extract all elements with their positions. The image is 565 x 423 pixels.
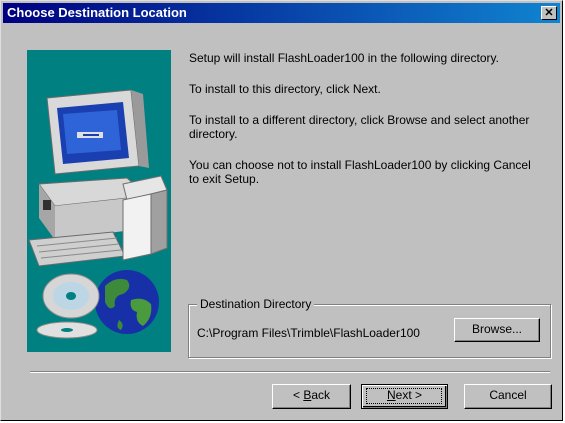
destination-directory-label: Destination Directory bbox=[197, 297, 315, 311]
click-next-text: To install to this directory, click Next… bbox=[189, 82, 381, 96]
setup-illustration bbox=[27, 50, 171, 352]
title-bar: Choose Destination Location ✕ bbox=[3, 3, 560, 23]
computer-and-globe-icon bbox=[28, 89, 168, 339]
back-button-label: ack bbox=[311, 388, 331, 402]
back-button-arrow: < bbox=[292, 388, 304, 402]
install-directory-text: Setup will install FlashLoader100 in the… bbox=[189, 51, 499, 65]
browse-instruction-text-cont: directory. bbox=[189, 127, 238, 141]
browse-button-label: Browse... bbox=[471, 322, 522, 336]
destination-path: C:\Program Files\Trimble\FlashLoader100 bbox=[197, 326, 420, 340]
browse-button[interactable]: Browse... bbox=[454, 318, 540, 342]
browse-instruction-text: To install to a different directory, cli… bbox=[189, 113, 530, 127]
back-button[interactable]: < Back bbox=[272, 384, 351, 409]
cancel-instruction-text-cont: to exit Setup. bbox=[189, 172, 260, 186]
close-icon[interactable]: ✕ bbox=[541, 6, 557, 20]
cancel-instruction-text: You can choose not to install FlashLoade… bbox=[189, 158, 531, 172]
next-button[interactable]: Next > bbox=[361, 384, 448, 409]
focus-rect bbox=[366, 388, 442, 404]
window-title: Choose Destination Location bbox=[7, 5, 187, 20]
separator bbox=[30, 371, 550, 373]
cancel-button-label: Cancel bbox=[489, 388, 527, 402]
cancel-button[interactable]: Cancel bbox=[464, 384, 552, 409]
